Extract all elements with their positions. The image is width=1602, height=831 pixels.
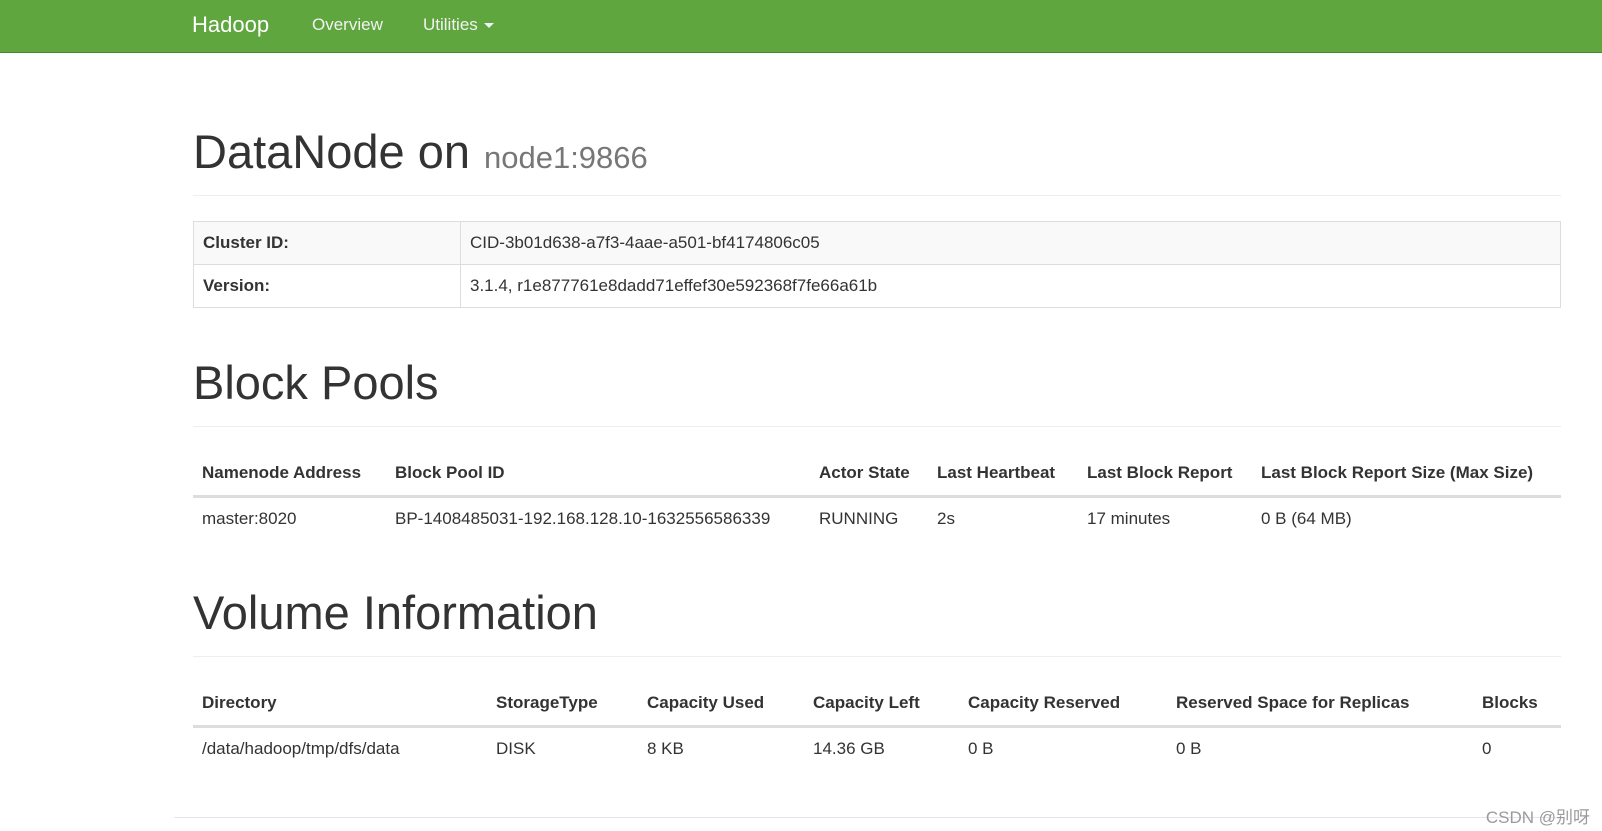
table-cell: /data/hadoop/tmp/dfs/data <box>202 738 400 758</box>
divider <box>193 656 1561 657</box>
column-header: Reserved Space for Replicas <box>1167 682 1473 728</box>
nav-utilities-dropdown[interactable]: Utilities <box>423 15 494 35</box>
cluster-id-label: Cluster ID: <box>193 221 461 265</box>
page-title: DataNode on node1:9866 <box>193 124 648 179</box>
table-row: Cluster ID: CID-3b01d638-a7f3-4aae-a501-… <box>193 221 1561 265</box>
column-header: Directory <box>193 682 487 728</box>
table-cell: 0 B <box>1176 738 1202 758</box>
table-cell: 14.36 GB <box>813 738 885 758</box>
column-header: Blocks <box>1473 682 1561 728</box>
divider <box>193 426 1561 427</box>
column-header: Last Block Report <box>1078 452 1252 498</box>
table-header-row: Namenode Address Block Pool ID Actor Sta… <box>193 452 1561 498</box>
top-navbar: Hadoop Overview Utilities <box>0 0 1602 53</box>
info-table: Cluster ID: CID-3b01d638-a7f3-4aae-a501-… <box>193 221 1561 308</box>
table-cell: 2s <box>937 508 955 528</box>
table-row: master:8020 BP-1408485031-192.168.128.10… <box>193 496 1561 540</box>
version-label: Version: <box>193 264 461 308</box>
column-header: Namenode Address <box>193 452 386 498</box>
cluster-id-value: CID-3b01d638-a7f3-4aae-a501-bf4174806c05 <box>460 221 1561 265</box>
table-cell: 0 B <box>968 738 994 758</box>
table-cell: 8 KB <box>647 738 684 758</box>
volume-information-table: Directory StorageType Capacity Used Capa… <box>193 682 1561 770</box>
watermark: CSDN @别呀 <box>1485 808 1590 827</box>
table-row: /data/hadoop/tmp/dfs/data DISK 8 KB 14.3… <box>193 726 1561 770</box>
table-cell: master:8020 <box>202 508 297 528</box>
column-header: Capacity Used <box>638 682 804 728</box>
table-row: Version: 3.1.4, r1e877761e8dadd71effef30… <box>193 264 1561 308</box>
block-pools-table: Namenode Address Block Pool ID Actor Sta… <box>193 452 1561 540</box>
table-cell: RUNNING <box>819 508 899 528</box>
column-header: StorageType <box>487 682 638 728</box>
column-header: Capacity Reserved <box>959 682 1167 728</box>
column-header: Actor State <box>810 452 928 498</box>
version-value: 3.1.4, r1e877761e8dadd71effef30e592368f7… <box>460 264 1561 308</box>
column-header: Capacity Left <box>804 682 959 728</box>
table-cell: 17 minutes <box>1087 508 1171 528</box>
caret-down-icon <box>483 23 494 29</box>
table-header-row: Directory StorageType Capacity Used Capa… <box>193 682 1561 728</box>
divider <box>193 195 1561 196</box>
nav-utilities-label: Utilities <box>423 15 478 34</box>
footer-divider <box>174 817 1560 818</box>
table-cell: 0 <box>1482 738 1492 758</box>
column-header: Block Pool ID <box>386 452 810 498</box>
column-header: Last Heartbeat <box>928 452 1078 498</box>
page-subtitle: node1:9866 <box>483 140 648 175</box>
volume-information-title: Volume Information <box>193 586 598 639</box>
block-pools-title: Block Pools <box>193 356 439 409</box>
nav-overview-link[interactable]: Overview <box>312 15 383 35</box>
page-title-text: DataNode on <box>193 125 470 178</box>
column-header: Last Block Report Size (Max Size) <box>1252 452 1561 498</box>
table-cell: BP-1408485031-192.168.128.10-16325565863… <box>395 508 771 528</box>
table-cell: DISK <box>496 738 536 758</box>
table-cell: 0 B (64 MB) <box>1261 508 1352 528</box>
brand-link[interactable]: Hadoop <box>192 12 269 38</box>
